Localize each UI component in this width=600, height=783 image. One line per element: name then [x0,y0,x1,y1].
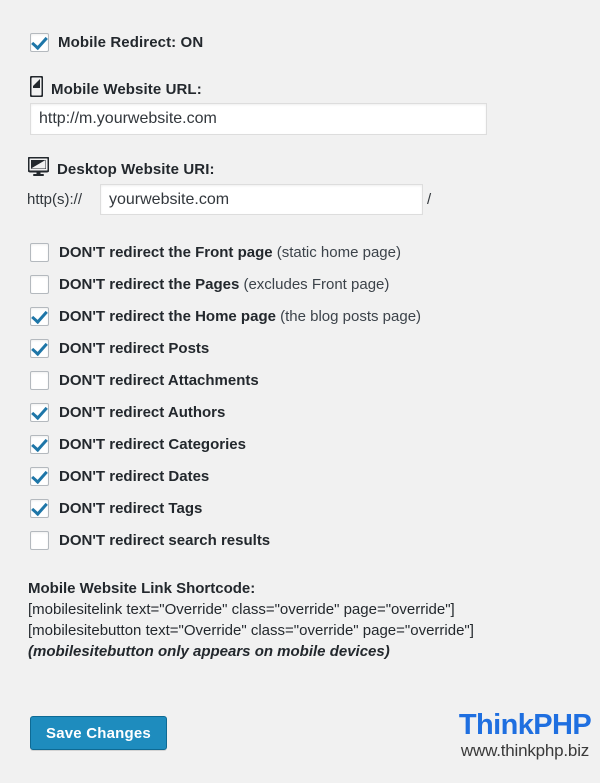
redirect-option-main-text: DON'T redirect Authors [59,403,226,421]
redirect-option-main-text: DON'T redirect the Pages [59,275,240,293]
redirect-option-row[interactable]: DON'T redirect Posts [30,332,570,364]
mobile-redirect-row[interactable]: Mobile Redirect: ON [30,33,203,52]
redirect-option-checkbox[interactable] [30,306,49,326]
redirect-option-main-text: DON'T redirect Dates [59,467,210,485]
redirect-option-checkbox[interactable] [30,466,49,486]
redirect-option-row[interactable]: DON'T redirect Attachments [30,364,570,396]
redirect-option-label[interactable]: DON'T redirect Categories [59,437,246,452]
watermark-brand: ThinkPHP [458,709,592,741]
mobile-url-input[interactable] [30,103,487,135]
redirect-option-checkbox[interactable] [30,274,49,294]
redirect-option-checkbox[interactable] [30,434,49,454]
redirect-option-checkbox[interactable] [30,338,49,358]
desktop-uri-prefix: http(s):// [27,191,83,208]
redirect-option-row[interactable]: DON'T redirect Categories [30,428,570,460]
desktop-monitor-icon [27,156,50,181]
shortcode-line-link: [mobilesitelink text="Override" class="o… [28,601,455,618]
redirect-option-main-text: DON'T redirect the Home page [59,307,276,325]
redirect-option-label[interactable]: DON'T redirect search results [59,533,270,548]
redirect-option-main-text: DON'T redirect search results [59,531,271,549]
redirect-option-checkbox[interactable] [30,402,49,422]
redirect-option-label[interactable]: DON'T redirect Attachments [59,373,259,388]
redirect-option-label[interactable]: DON'T redirect Tags [59,501,202,516]
save-changes-button[interactable]: Save Changes [30,716,167,750]
redirect-option-row[interactable]: DON'T redirect search results [30,524,570,556]
redirect-option-checkbox[interactable] [30,370,49,390]
mobile-redirect-checkbox[interactable] [30,33,49,52]
mobile-url-heading: Mobile Website URL: [29,75,202,102]
redirect-options-list: DON'T redirect the Front page (static ho… [30,236,570,556]
redirect-option-checkbox[interactable] [30,498,49,518]
redirect-option-main-text: DON'T redirect the Front page [59,243,273,261]
redirect-option-label[interactable]: DON'T redirect Posts [59,341,209,356]
shortcode-line-button: [mobilesitebutton text="Override" class=… [28,622,474,639]
redirect-option-row[interactable]: DON'T redirect the Front page (static ho… [30,236,570,268]
mobile-phone-icon [29,75,44,102]
redirect-option-main-text: DON'T redirect Attachments [59,371,259,389]
redirect-option-row[interactable]: DON'T redirect Dates [30,460,570,492]
shortcode-title: Mobile Website Link Shortcode: [28,580,256,597]
redirect-option-label[interactable]: DON'T redirect the Front page (static ho… [59,245,401,260]
mobile-url-label: Mobile Website URL: [51,80,202,98]
redirect-option-note-text: (static home page) [272,243,401,261]
redirect-option-label[interactable]: DON'T redirect Authors [59,405,225,420]
redirect-option-label[interactable]: DON'T redirect Dates [59,469,209,484]
desktop-uri-heading: Desktop Website URI: [27,156,215,181]
redirect-option-main-text: DON'T redirect Posts [59,339,210,357]
shortcode-note: (mobilesitebutton only appears on mobile… [28,643,390,660]
redirect-option-main-text: DON'T redirect Categories [59,435,246,453]
redirect-option-row[interactable]: DON'T redirect the Pages (excludes Front… [30,268,570,300]
redirect-option-checkbox[interactable] [30,242,49,262]
redirect-option-checkbox[interactable] [30,530,49,550]
redirect-option-label[interactable]: DON'T redirect the Home page (the blog p… [59,309,421,324]
redirect-option-note-text: (excludes Front page) [239,275,390,293]
redirect-option-label[interactable]: DON'T redirect the Pages (excludes Front… [59,277,389,292]
redirect-option-row[interactable]: DON'T redirect Tags [30,492,570,524]
desktop-uri-suffix: / [427,191,432,208]
redirect-option-note-text: (the blog posts page) [275,307,422,325]
redirect-option-row[interactable]: DON'T redirect Authors [30,396,570,428]
mobile-redirect-label[interactable]: Mobile Redirect: ON [58,34,203,51]
watermark-url: www.thinkphp.biz [460,741,590,760]
shortcode-block: Mobile Website Link Shortcode: [mobilesi… [28,578,474,662]
desktop-uri-label: Desktop Website URI: [57,160,215,178]
redirect-option-main-text: DON'T redirect Tags [59,499,203,517]
desktop-uri-input[interactable] [100,184,423,215]
thinkphp-watermark: ThinkPHP www.thinkphp.biz [455,709,595,760]
redirect-option-row[interactable]: DON'T redirect the Home page (the blog p… [30,300,570,332]
